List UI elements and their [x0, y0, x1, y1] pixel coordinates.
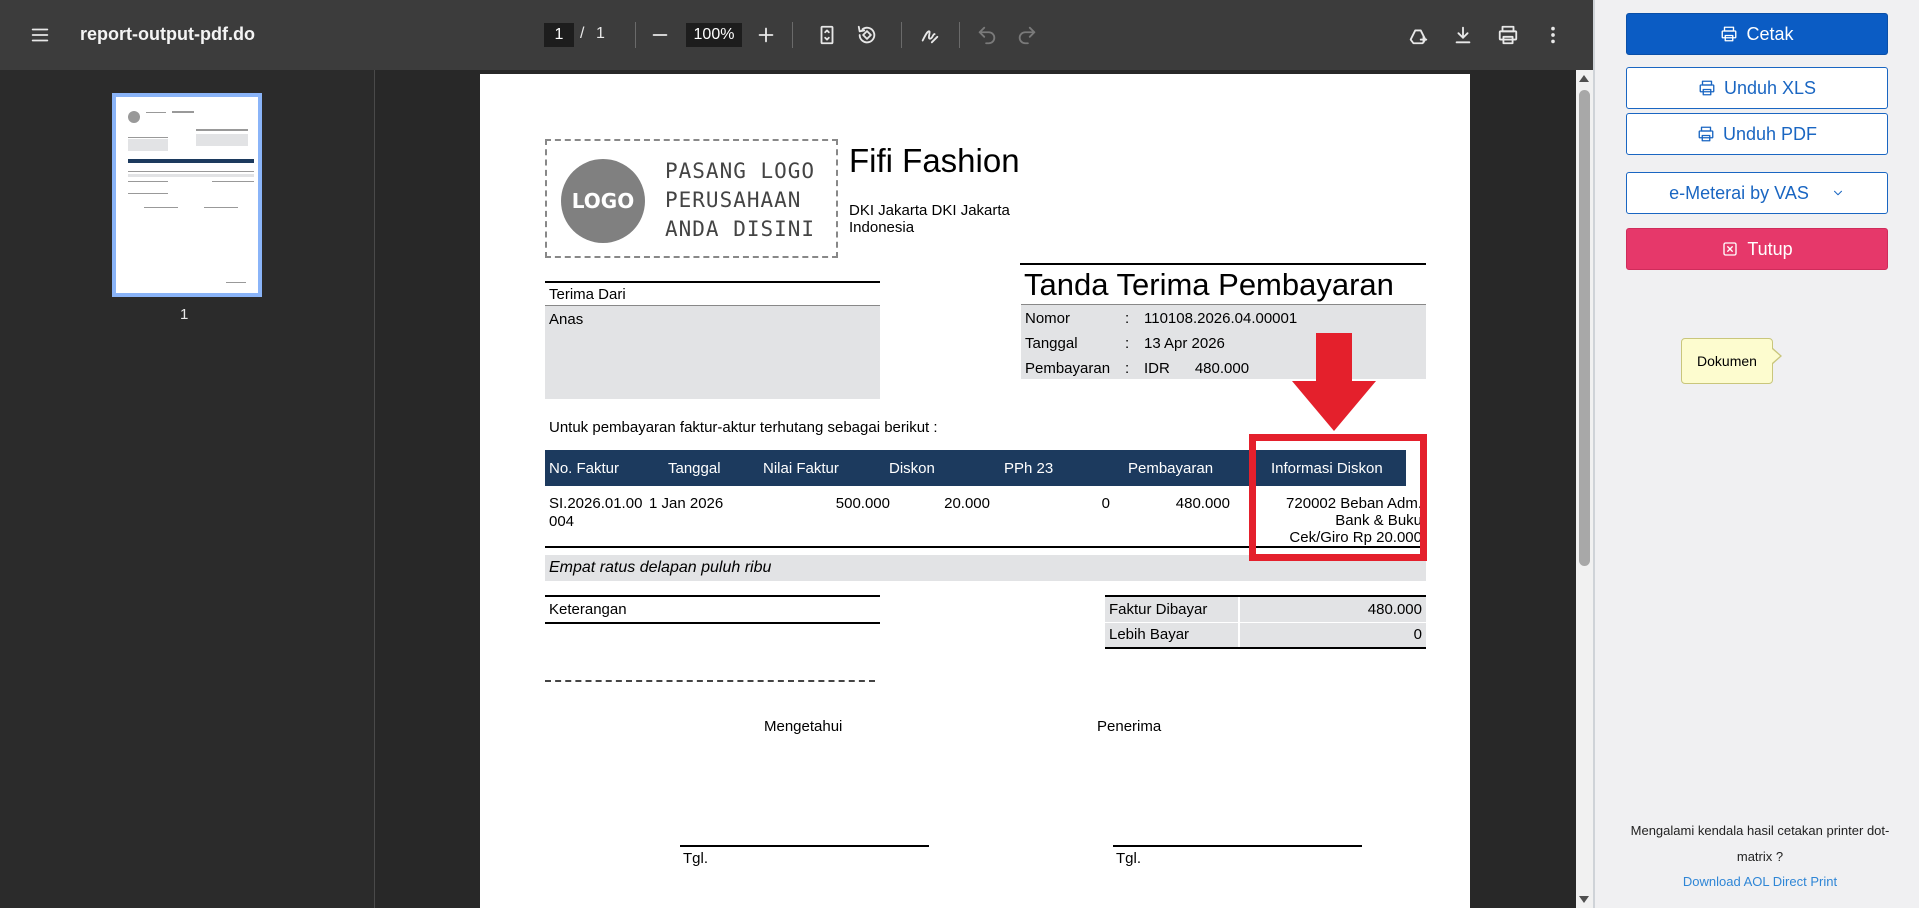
vertical-scrollbar[interactable]	[1576, 70, 1593, 908]
divider	[1105, 647, 1426, 649]
rotate-icon[interactable]	[852, 20, 882, 50]
col-header: Pembayaran	[1128, 460, 1214, 477]
undo-icon[interactable]	[972, 20, 1002, 50]
close-button[interactable]: Tutup	[1626, 228, 1888, 270]
divider	[545, 595, 880, 597]
toolbar-divider	[635, 22, 636, 48]
printer-icon	[1698, 126, 1714, 142]
signature-label-right: Penerima	[1097, 718, 1162, 735]
divider	[1105, 622, 1426, 623]
signature-line-right	[1113, 845, 1362, 847]
download-pdf-button[interactable]: Unduh PDF	[1626, 113, 1888, 155]
col-header: No. Faktur	[549, 460, 620, 477]
logo-placeholder-text: PASANG LOGO PERUSAHAAN ANDA DISINI	[665, 159, 816, 241]
signature-line-left	[680, 845, 929, 847]
document-title: report-output-pdf.do	[80, 24, 255, 44]
drive-add-icon[interactable]	[1403, 20, 1433, 50]
zoom-level-input[interactable]: 100%	[686, 23, 742, 47]
print-icon[interactable]	[1493, 20, 1523, 50]
scroll-down-arrow[interactable]	[1579, 896, 1589, 903]
more-options-icon[interactable]	[1538, 20, 1568, 50]
col-header: Tanggal	[668, 460, 721, 477]
tooltip-tail	[1772, 349, 1780, 363]
summary-value-lebih-bayar: 0	[1413, 626, 1422, 643]
logo-placeholder: LOGO PASANG LOGO PERUSAHAAN ANDA DISINI	[545, 139, 838, 258]
col-header: Nilai Faktur	[763, 460, 839, 477]
action-panel: Cetak Unduh XLS Unduh PDF e-Meterai by V…	[1593, 0, 1919, 908]
company-address-line1: DKI Jakarta DKI Jakarta	[849, 202, 1010, 219]
divider	[1020, 263, 1426, 265]
menu-icon[interactable]	[25, 20, 55, 50]
page-number-input[interactable]: 1	[544, 23, 574, 47]
printer-icon	[1722, 26, 1737, 42]
col-header: PPh 23	[1004, 460, 1054, 477]
received-from-box	[545, 306, 880, 399]
thumbnail-page-number: 1	[180, 306, 189, 323]
highlight-box	[1249, 434, 1427, 561]
viewer-toolbar: report-output-pdf.do 1 / 1 100%	[0, 0, 1593, 70]
toolbar-divider	[901, 22, 902, 48]
company-address-line2: Indonesia	[849, 219, 915, 236]
chevron-down-icon	[1833, 190, 1842, 196]
divider	[545, 622, 880, 624]
col-header: Diskon	[889, 460, 935, 477]
page-total: 1	[596, 25, 605, 42]
download-icon[interactable]	[1448, 20, 1478, 50]
help-text: Mengalami kendala hasil cetakan printer …	[1630, 823, 1890, 864]
divider	[545, 281, 880, 283]
page-separator: /	[580, 25, 585, 42]
summary-value-faktur-dibayar: 480.000	[1367, 601, 1422, 618]
date-label-left: Tgl.	[683, 850, 709, 867]
document-tooltip: Dokumen	[1681, 338, 1773, 384]
zoom-in-icon[interactable]	[751, 20, 781, 50]
download-xls-button[interactable]: Unduh XLS	[1626, 67, 1888, 109]
amount-in-words: Empat ratus delapan puluh ribu	[549, 559, 772, 576]
date-label-right: Tgl.	[1116, 850, 1142, 867]
page-thumbnail[interactable]	[112, 93, 262, 297]
receipt-heading: Tanda Terima Pembayaran	[1024, 267, 1394, 302]
emeterai-dropdown-button[interactable]: e-Meterai by VAS	[1626, 172, 1888, 214]
toolbar-divider	[792, 22, 793, 48]
annotate-pen-icon[interactable]	[915, 20, 945, 50]
summary-label-lebih-bayar: Lebih Bayar	[1109, 626, 1190, 643]
arrow-down-icon	[1292, 333, 1376, 431]
scroll-up-arrow[interactable]	[1579, 75, 1589, 82]
received-from-name: Anas	[549, 311, 584, 328]
note-label: Keterangan	[549, 601, 627, 618]
print-button[interactable]: Cetak	[1626, 13, 1888, 55]
pdf-viewer: report-output-pdf.do 1 / 1 100% 1 LOGO P…	[0, 0, 1593, 908]
close-square-icon	[1723, 242, 1737, 256]
signature-label-left: Mengetahui	[764, 718, 843, 735]
received-from-label: Terima Dari	[549, 286, 626, 303]
toolbar-divider	[959, 22, 960, 48]
redo-icon[interactable]	[1012, 20, 1042, 50]
company-name: Fifi Fashion	[849, 142, 1020, 179]
scrollbar-thumb[interactable]	[1579, 90, 1590, 566]
thumbnail-sidebar: 1	[0, 70, 375, 908]
zoom-out-icon[interactable]	[645, 20, 675, 50]
dashed-separator	[545, 680, 875, 682]
fit-page-icon[interactable]	[812, 20, 842, 50]
logo-circle: LOGO	[561, 159, 645, 243]
summary-label-faktur-dibayar: Faktur Dibayar	[1109, 601, 1208, 618]
printer-icon	[1699, 80, 1715, 96]
intro-text: Untuk pembayaran faktur-aktur terhutang …	[549, 419, 938, 436]
download-direct-print-link[interactable]: Download AOL Direct Print	[1625, 874, 1895, 889]
